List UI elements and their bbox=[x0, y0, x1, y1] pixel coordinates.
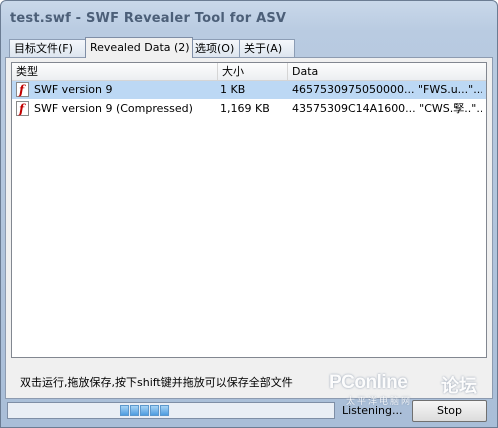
title-bar[interactable]: test.swf - SWF Revealer Tool for ASV bbox=[1, 1, 497, 35]
progress-block bbox=[150, 405, 159, 416]
tab-target-file[interactable]: 目标文件(F) bbox=[9, 39, 87, 57]
row-type: SWF version 9 bbox=[34, 83, 113, 96]
column-header-type[interactable]: 类型 bbox=[12, 63, 218, 80]
watermark-brand: PConline bbox=[329, 372, 408, 393]
swf-file-icon bbox=[16, 100, 29, 118]
row-size: 1 KB bbox=[220, 83, 246, 96]
row-data: 4657530975050000... "FWS.u..."... bbox=[292, 83, 482, 96]
status-bar: Listening... Stop bbox=[5, 399, 493, 423]
usage-hint: 双击运行,拖放保存,按下shift键并拖放可以保存全部文件 bbox=[20, 376, 293, 389]
row-data: 43575309C14A1600... "CWS.孯.."... bbox=[292, 102, 482, 115]
table-row[interactable]: SWF version 9 (Compressed) 1,169 KB 4357… bbox=[12, 100, 486, 118]
stop-button[interactable]: Stop bbox=[412, 400, 487, 422]
tab-about[interactable]: 关于(A) bbox=[239, 39, 295, 57]
app-window: test.swf - SWF Revealer Tool for ASV 目标文… bbox=[0, 0, 498, 428]
list-header: 类型 大小 Data bbox=[12, 63, 486, 81]
progress-block bbox=[120, 405, 129, 416]
row-size: 1,169 KB bbox=[220, 102, 270, 115]
table-row[interactable]: SWF version 9 1 KB 4657530975050000... "… bbox=[12, 81, 486, 99]
swf-file-icon bbox=[16, 81, 29, 99]
watermark-forum: 论坛 bbox=[441, 376, 477, 397]
window-title: test.swf - SWF Revealer Tool for ASV bbox=[10, 11, 287, 26]
progress-block bbox=[130, 405, 139, 416]
row-type: SWF version 9 (Compressed) bbox=[34, 102, 193, 115]
column-header-size[interactable]: 大小 bbox=[218, 63, 288, 80]
tab-revealed-data[interactable]: Revealed Data (2) bbox=[85, 37, 193, 58]
watermark-sub: 太平洋电脑网 bbox=[346, 397, 413, 407]
progress-block bbox=[160, 405, 169, 416]
revealed-data-list[interactable]: 类型 大小 Data SWF version 9 1 KB 4657530975… bbox=[11, 62, 487, 358]
revealed-data-panel: 类型 大小 Data SWF version 9 1 KB 4657530975… bbox=[5, 57, 493, 399]
progress-bar bbox=[7, 402, 335, 419]
tab-options[interactable]: 选项(O) bbox=[190, 39, 242, 57]
column-header-data[interactable]: Data bbox=[288, 63, 486, 80]
progress-block bbox=[140, 405, 149, 416]
